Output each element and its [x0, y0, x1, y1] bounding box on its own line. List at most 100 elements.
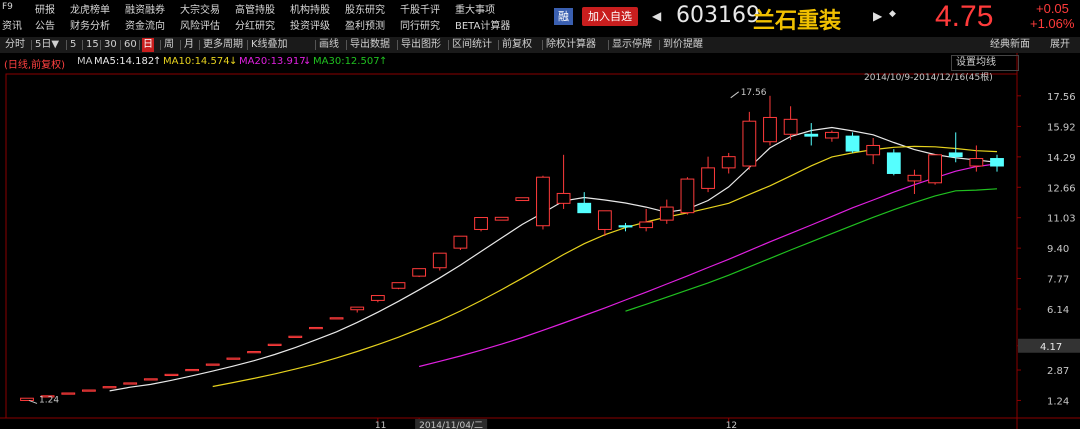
toolbar-separator: [608, 40, 609, 50]
toolbar-separator: [542, 40, 543, 50]
menu-item-row2-6[interactable]: 投资评级: [290, 17, 330, 32]
menu-item-6[interactable]: 股东研究: [345, 1, 385, 16]
top-menu-bar: F9 研报 龙虎榜单 融资融券 大宗交易 高管持股 机构持股 股东研究 千股千评 重大事项资讯公…: [0, 0, 1080, 34]
menu-item-row2-1[interactable]: 公告: [35, 17, 55, 32]
toolbar-item-4[interactable]: 30: [103, 38, 118, 52]
candle-body: [185, 368, 200, 372]
x-tick-label: 11: [375, 421, 386, 429]
menu-item-row2-9[interactable]: BETA计算器: [455, 17, 510, 32]
options-diamond-icon[interactable]: ◆: [889, 9, 896, 19]
candle-body: [536, 176, 550, 227]
y-tick-label: 15.92: [1047, 122, 1076, 133]
menu-item-8[interactable]: 重大事项: [455, 1, 495, 16]
menu-item-4[interactable]: 高管持股: [235, 1, 275, 16]
menu-item-row2-2[interactable]: 财务分析: [70, 17, 110, 32]
margin-trading-badge: 融: [554, 8, 573, 25]
menu-item-1[interactable]: 龙虎榜单: [70, 1, 110, 16]
y-tick-label: 7.77: [1047, 275, 1069, 286]
candle-body: [61, 392, 76, 395]
candle-body: [515, 197, 530, 202]
candle-body: [701, 167, 715, 189]
menu-item-7[interactable]: 千股千评: [400, 1, 440, 16]
candle-body: [597, 210, 612, 230]
toolbar-item-0[interactable]: 分时: [4, 38, 26, 52]
toolbar-item-9[interactable]: 更多周期: [202, 38, 244, 52]
current-price-label: 4.17: [1040, 342, 1062, 353]
stock-code: 603169: [676, 3, 760, 28]
toolbar-item-18[interactable]: 到价提醒: [662, 38, 704, 52]
toolbar-separator: [31, 40, 32, 50]
y-tick-label: 6.14: [1047, 305, 1069, 316]
toolbar-item-16[interactable]: 除权计算器: [545, 38, 597, 52]
toolbar-item-3[interactable]: 15: [85, 38, 100, 52]
menu-item-2[interactable]: 融资融券: [125, 1, 165, 16]
y-tick-label: 14.29: [1047, 153, 1076, 164]
price-change: +0.05: [1036, 1, 1069, 16]
candle-body: [494, 216, 509, 221]
toolbar-right-item-1[interactable]: 展开: [1049, 38, 1071, 52]
menu-item-row2-8[interactable]: 同行研究: [400, 17, 440, 32]
add-to-watchlist-button[interactable]: 加入自选: [582, 7, 638, 26]
menu-item-row2-0[interactable]: 资讯: [2, 17, 22, 32]
f9-label[interactable]: F9: [2, 2, 13, 12]
toolbar-item-12[interactable]: 导出数据: [349, 38, 391, 52]
toolbar-separator: [120, 40, 121, 50]
toolbar-separator: [82, 40, 83, 50]
menu-item-row2-4[interactable]: 风险评估: [180, 17, 220, 32]
menu-item-3[interactable]: 大宗交易: [180, 1, 220, 16]
menu-item-row2-7[interactable]: 盈利预测: [345, 17, 385, 32]
candle-body: [391, 282, 406, 289]
ma30-up-arrow-icon: ↑: [379, 56, 388, 67]
candle-body: [143, 378, 158, 381]
toolbar-separator: [180, 40, 181, 50]
toolbar-separator: [139, 40, 140, 50]
y-tick-label: 2.87: [1047, 366, 1069, 377]
kline-chart[interactable]: 17.56 15.92 14.29 12.66 11.03 9.40 7.77 6.14 4.1…: [0, 0, 1080, 429]
toolbar-item-7[interactable]: 周: [163, 38, 175, 52]
ma20-line: [418, 163, 998, 368]
toolbar-separator: [315, 40, 316, 50]
menu-item-row2-3[interactable]: 资金流向: [125, 17, 165, 32]
toolbar-item-11[interactable]: 画线: [318, 38, 340, 52]
toolbar-item-17[interactable]: 显示停牌: [611, 38, 653, 52]
ma-label: MA: [77, 56, 93, 67]
candle-body: [763, 116, 777, 143]
x-tick-label: 2014/11/04/二: [419, 421, 483, 429]
toolbar-separator: [247, 40, 248, 50]
toolbar-item-10[interactable]: K线叠加: [250, 38, 289, 52]
stock-name: 兰石重装: [753, 9, 842, 34]
candle-body: [82, 389, 96, 392]
set-ma-button[interactable]: 设置均线: [951, 55, 1019, 71]
candle-body: [577, 202, 592, 214]
candle-body: [123, 382, 138, 385]
toolbar-item-8[interactable]: 月: [183, 38, 195, 52]
candle-body: [907, 174, 922, 182]
candle-body: [309, 326, 323, 330]
toolbar-item-15[interactable]: 前复权: [501, 38, 533, 52]
candle-body: [288, 335, 303, 338]
toolbar-item-2[interactable]: 5: [69, 38, 77, 52]
toolbar-separator: [199, 40, 200, 50]
toolbar-separator: [66, 40, 67, 50]
toolbar-separator: [659, 40, 660, 50]
prev-stock-arrow-icon[interactable]: ◀: [652, 9, 661, 23]
candle-body: [474, 217, 488, 230]
toolbar-right-item-0[interactable]: 经典新面: [989, 38, 1031, 52]
toolbar-item-5[interactable]: 60: [123, 38, 138, 52]
candle-body: [990, 158, 1004, 167]
candle-body: [948, 152, 963, 158]
menu-item-5[interactable]: 机构持股: [290, 1, 330, 16]
toolbar-item-14[interactable]: 区间统计: [451, 38, 493, 52]
toolbar-separator: [100, 40, 101, 50]
menu-item-0[interactable]: 研报: [35, 1, 55, 16]
candle-body: [267, 343, 282, 346]
candle-body: [742, 120, 757, 167]
y-tick-label: 11.03: [1047, 214, 1076, 225]
menu-item-row2-5[interactable]: 分红研究: [235, 17, 275, 32]
toolbar-item-6[interactable]: 日: [142, 38, 154, 52]
toolbar-item-13[interactable]: 导出图形: [400, 38, 442, 52]
next-stock-arrow-icon[interactable]: ▶: [873, 9, 882, 23]
candle-body: [247, 351, 261, 354]
toolbar-item-1[interactable]: 5日▼: [34, 38, 60, 52]
ma5-up-arrow-icon: ↑: [153, 56, 162, 67]
